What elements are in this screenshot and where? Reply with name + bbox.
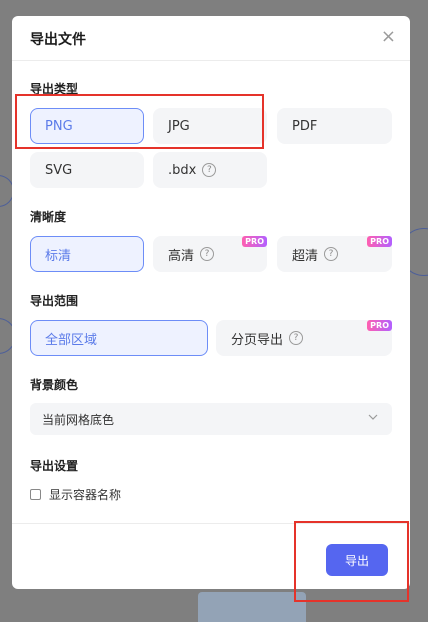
clarity-standard[interactable]: 标清 — [30, 236, 144, 272]
bg-color-label: 背景颜色 — [30, 378, 79, 392]
help-icon[interactable]: ? — [200, 247, 215, 261]
export-type-pdf[interactable]: PDF — [277, 108, 392, 144]
clarity-ultra[interactable]: 超清 ? PRO — [277, 236, 392, 272]
option-label: 全部区域 — [45, 332, 98, 348]
help-icon[interactable]: ? — [202, 163, 217, 177]
dialog-header: 导出文件 × — [12, 16, 410, 61]
option-label: 高清 — [168, 248, 195, 264]
range-paged[interactable]: 分页导出 ? PRO — [216, 320, 392, 356]
option-label: 超清 — [292, 248, 319, 264]
export-range-label: 导出范围 — [30, 294, 79, 308]
highlight-box-type — [15, 94, 264, 149]
close-icon[interactable]: × — [381, 26, 396, 47]
pro-badge: PRO — [367, 320, 392, 331]
option-label: .bdx — [168, 162, 197, 178]
clarity-high[interactable]: 高清 ? PRO — [153, 236, 267, 272]
export-type-bdx[interactable]: .bdx ? — [153, 152, 267, 188]
option-label: SVG — [45, 162, 73, 178]
checkbox-label: 显示容器名称 — [49, 488, 122, 502]
range-all[interactable]: 全部区域 — [30, 320, 208, 356]
export-settings-label: 导出设置 — [30, 459, 79, 473]
dialog-title: 导出文件 — [30, 32, 86, 48]
bg-color-select[interactable]: 当前网格底色 — [30, 403, 392, 435]
highlight-box-export — [294, 521, 409, 602]
show-container-name-checkbox[interactable] — [30, 489, 41, 500]
export-type-svg[interactable]: SVG — [30, 152, 144, 188]
help-icon[interactable]: ? — [324, 247, 339, 261]
select-value: 当前网格底色 — [42, 412, 115, 427]
pro-badge: PRO — [242, 236, 267, 247]
option-label: 标清 — [45, 248, 72, 264]
chevron-down-icon — [368, 411, 378, 424]
clarity-label: 清晰度 — [30, 210, 67, 224]
option-label: PDF — [292, 118, 318, 134]
show-container-name-row[interactable]: 显示容器名称 — [30, 486, 121, 503]
option-label: 分页导出 — [231, 332, 284, 348]
help-icon[interactable]: ? — [289, 331, 304, 345]
pro-badge: PRO — [367, 236, 392, 247]
